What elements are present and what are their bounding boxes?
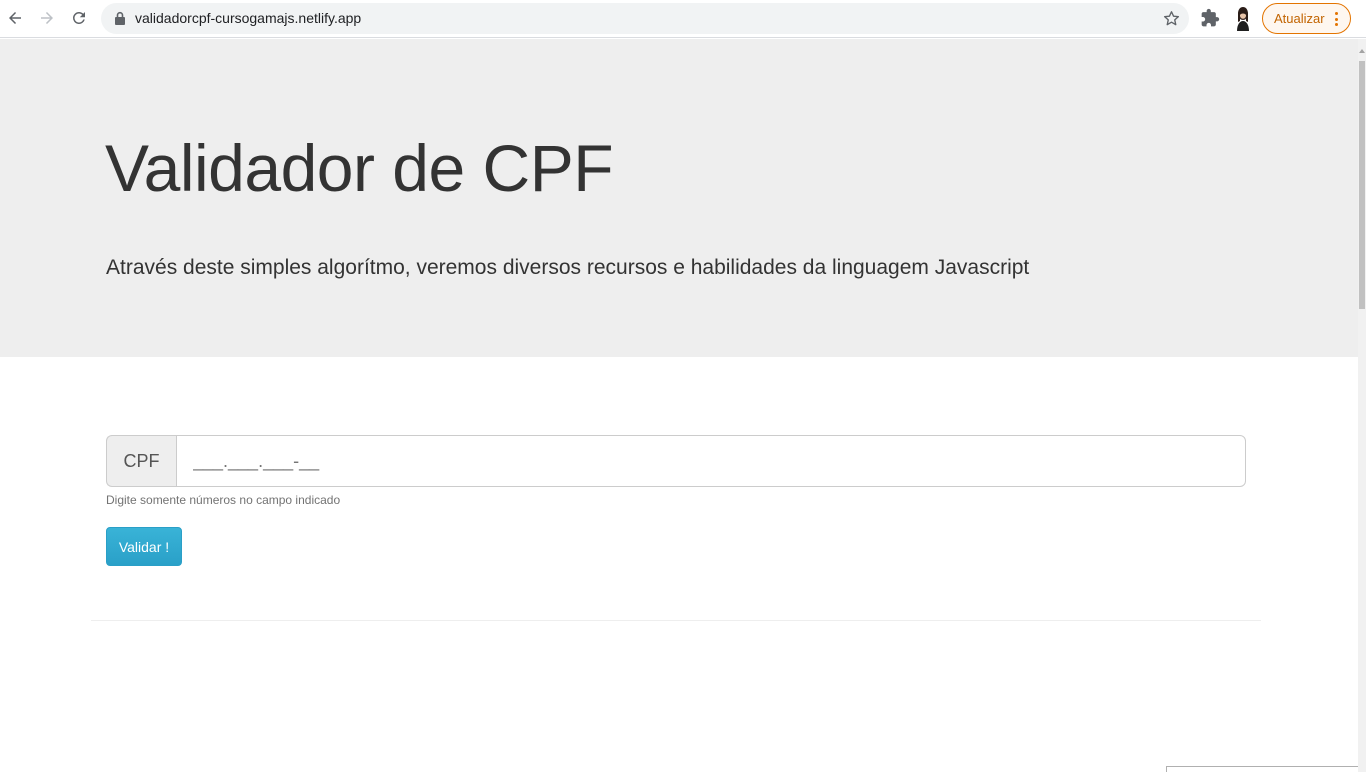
forward-button[interactable] [35,6,59,30]
vertical-scrollbar[interactable] [1358,39,1366,772]
reload-button[interactable] [67,6,91,30]
page-title: Validador de CPF [105,131,614,205]
more-vert-icon [1334,12,1338,26]
extensions-puzzle-icon[interactable] [1200,8,1220,28]
lock-icon [115,11,125,25]
reload-icon [72,11,85,24]
page-viewport: Validador de CPF Através deste simples a… [0,39,1358,772]
cpf-input[interactable] [176,435,1246,487]
divider [91,620,1261,621]
date-popup-fragment [1166,766,1358,772]
scroll-up-icon[interactable] [1358,47,1366,55]
bookmark-star-icon[interactable] [1162,9,1181,28]
profile-avatar[interactable] [1232,5,1254,31]
arrow-left-icon [9,12,21,24]
validate-button[interactable]: Validar ! [106,527,182,566]
cpf-help-text: Digite somente números no campo indicado [106,493,341,507]
address-bar[interactable]: validadorcpf-cursogamajs.netlify.app [101,3,1189,34]
arrow-right-icon [41,12,53,24]
page-lead: Através deste simples algorítmo, veremos… [106,256,1030,279]
cpf-input-group: CPF [106,435,1246,487]
jumbotron: Validador de CPF Através deste simples a… [0,39,1358,357]
url-text[interactable]: validadorcpf-cursogamajs.netlify.app [135,10,361,26]
update-button-label: Atualizar [1274,11,1325,26]
update-browser-button[interactable]: Atualizar [1262,3,1351,34]
scrollbar-thumb[interactable] [1359,61,1365,309]
cpf-addon-label: CPF [106,435,176,487]
back-button[interactable] [3,6,27,30]
browser-toolbar: validadorcpf-cursogamajs.netlify.app Atu… [0,0,1366,38]
